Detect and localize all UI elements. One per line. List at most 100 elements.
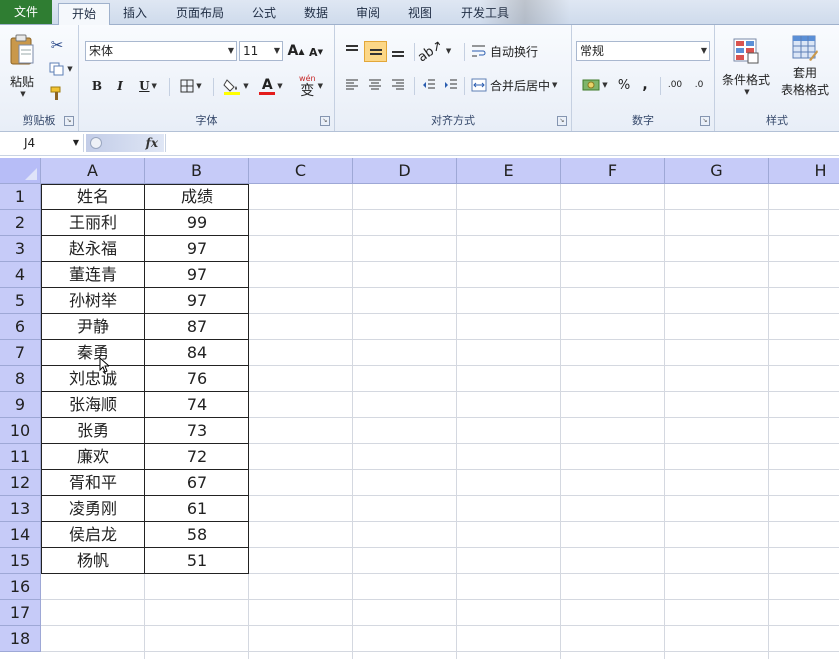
- align-left-button[interactable]: [341, 75, 363, 95]
- row-header[interactable]: 15: [0, 548, 41, 574]
- table-cell[interactable]: 张海顺: [41, 392, 145, 418]
- column-header[interactable]: E: [457, 158, 561, 184]
- underline-button[interactable]: U ▼: [133, 76, 163, 96]
- row-header[interactable]: 3: [0, 236, 41, 262]
- accounting-format-button[interactable]: ▼: [578, 75, 612, 95]
- table-cell[interactable]: 廉欢: [41, 444, 145, 470]
- select-all-button[interactable]: [0, 158, 41, 184]
- tab-insert[interactable]: 插入: [112, 3, 158, 24]
- column-header[interactable]: B: [145, 158, 249, 184]
- name-box[interactable]: J4 ▼: [0, 134, 84, 152]
- row-header[interactable]: 10: [0, 418, 41, 444]
- row-header[interactable]: 13: [0, 496, 41, 522]
- table-cell[interactable]: 99: [145, 210, 249, 236]
- table-cell[interactable]: 67: [145, 470, 249, 496]
- table-cell[interactable]: 凌勇刚: [41, 496, 145, 522]
- borders-button[interactable]: ▼: [175, 76, 207, 96]
- table-cell[interactable]: 61: [145, 496, 249, 522]
- wrap-text-button[interactable]: 自动换行: [471, 41, 545, 61]
- align-right-button[interactable]: [387, 75, 409, 95]
- align-top-button[interactable]: [341, 41, 363, 61]
- font-name-select[interactable]: 宋体 ▼: [85, 41, 237, 61]
- row-header[interactable]: 9: [0, 392, 41, 418]
- cut-button[interactable]: ✂: [46, 35, 68, 55]
- column-header[interactable]: C: [249, 158, 353, 184]
- align-center-button[interactable]: [364, 75, 386, 95]
- shrink-font-button[interactable]: A ▼: [307, 43, 325, 61]
- row-header[interactable]: 8: [0, 366, 41, 392]
- table-cell[interactable]: 王丽利: [41, 210, 145, 236]
- column-header[interactable]: D: [353, 158, 457, 184]
- row-header[interactable]: 7: [0, 340, 41, 366]
- row-header[interactable]: 11: [0, 444, 41, 470]
- row-header[interactable]: 4: [0, 262, 41, 288]
- grow-font-button[interactable]: A ▲: [287, 41, 305, 61]
- table-cell[interactable]: 76: [145, 366, 249, 392]
- tab-home[interactable]: 开始: [58, 3, 110, 25]
- table-cell[interactable]: 刘忠诚: [41, 366, 145, 392]
- table-cell[interactable]: 72: [145, 444, 249, 470]
- insert-function-button[interactable]: fx: [146, 134, 158, 152]
- row-header[interactable]: 1: [0, 184, 41, 210]
- align-bottom-button[interactable]: [387, 41, 409, 61]
- table-cell[interactable]: 97: [145, 288, 249, 314]
- table-cell[interactable]: 胥和平: [41, 470, 145, 496]
- format-as-table-button[interactable]: 套用 表格格式: [773, 31, 837, 101]
- percent-button[interactable]: %: [614, 75, 634, 95]
- tab-page-layout[interactable]: 页面布局: [165, 3, 235, 24]
- table-cell[interactable]: 84: [145, 340, 249, 366]
- row-header[interactable]: 6: [0, 314, 41, 340]
- bold-button[interactable]: B: [87, 76, 107, 96]
- row-header[interactable]: 17: [0, 600, 41, 626]
- align-middle-button[interactable]: [364, 41, 387, 62]
- table-cell[interactable]: 51: [145, 548, 249, 574]
- table-cell[interactable]: 赵永福: [41, 236, 145, 262]
- phonetic-guide-button[interactable]: wén 变 ▼: [293, 73, 329, 99]
- orientation-button[interactable]: ab↗ ▼: [415, 37, 451, 65]
- table-cell[interactable]: 张勇: [41, 418, 145, 444]
- italic-button[interactable]: I: [110, 76, 130, 96]
- table-cell[interactable]: 尹静: [41, 314, 145, 340]
- number-format-select[interactable]: 常规 ▼: [576, 41, 710, 61]
- table-cell[interactable]: 58: [145, 522, 249, 548]
- dialog-launcher-icon[interactable]: ↘: [64, 116, 74, 126]
- table-cell[interactable]: 97: [145, 236, 249, 262]
- merge-center-button[interactable]: 合并后居中 ▼: [471, 75, 567, 95]
- formula-input[interactable]: [165, 134, 839, 152]
- row-header[interactable]: 18: [0, 626, 41, 652]
- column-header[interactable]: F: [561, 158, 665, 184]
- increase-decimal-button[interactable]: .00: [664, 75, 686, 95]
- dialog-launcher-icon[interactable]: ↘: [700, 116, 710, 126]
- row-header[interactable]: 12: [0, 470, 41, 496]
- tab-data[interactable]: 数据: [294, 3, 338, 24]
- conditional-formatting-button[interactable]: 条件格式 ▼: [717, 31, 775, 101]
- row-header[interactable]: 5: [0, 288, 41, 314]
- decrease-decimal-button[interactable]: .0: [688, 75, 710, 95]
- dialog-launcher-icon[interactable]: ↘: [320, 116, 330, 126]
- font-size-select[interactable]: 11 ▼: [239, 41, 283, 61]
- comma-style-button[interactable]: ,: [636, 75, 654, 95]
- row-header[interactable]: 16: [0, 574, 41, 600]
- column-header[interactable]: G: [665, 158, 769, 184]
- table-cell[interactable]: 87: [145, 314, 249, 340]
- table-cell[interactable]: 董连青: [41, 262, 145, 288]
- table-cell[interactable]: 74: [145, 392, 249, 418]
- font-color-button[interactable]: A ▼: [255, 75, 287, 97]
- table-cell[interactable]: 秦勇: [41, 340, 145, 366]
- format-painter-button[interactable]: [46, 83, 68, 103]
- decrease-indent-button[interactable]: [419, 75, 439, 95]
- header-cell[interactable]: 姓名: [41, 184, 145, 210]
- dialog-launcher-icon[interactable]: ↘: [557, 116, 567, 126]
- table-cell[interactable]: 孙树举: [41, 288, 145, 314]
- tab-formulas[interactable]: 公式: [242, 3, 286, 24]
- column-header[interactable]: A: [41, 158, 145, 184]
- fill-color-button[interactable]: ▼: [219, 75, 253, 97]
- table-cell[interactable]: 侯启龙: [41, 522, 145, 548]
- paste-button[interactable]: 粘贴 ▼: [4, 29, 40, 101]
- tab-file[interactable]: 文件: [0, 0, 52, 24]
- copy-button[interactable]: ▼: [46, 59, 76, 79]
- header-cell[interactable]: 成绩: [145, 184, 249, 210]
- table-cell[interactable]: 杨帆: [41, 548, 145, 574]
- table-cell[interactable]: 97: [145, 262, 249, 288]
- tab-review[interactable]: 审阅: [346, 3, 390, 24]
